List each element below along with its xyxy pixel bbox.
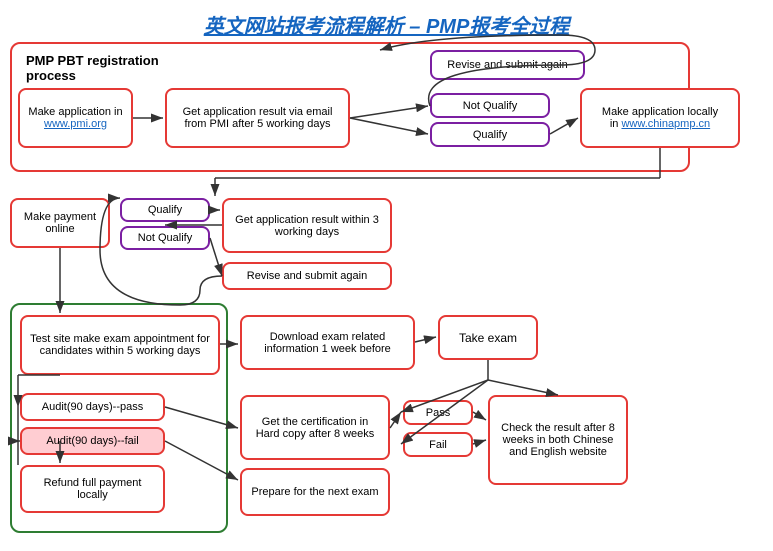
download-exam-box: Download exam related information 1 week…	[240, 315, 415, 370]
chinapmp-link[interactable]: www.chinapmp.cn	[621, 118, 710, 130]
check-result-box: Check the result after 8 weeks in both C…	[488, 395, 628, 485]
test-site-box: Test site make exam appointment for cand…	[20, 315, 220, 375]
take-exam-box: Take exam	[438, 315, 538, 360]
fail-box: Fail	[403, 432, 473, 457]
page: 英文网站报考流程解析 – PMP报考全过程 PMP PBT registrati…	[0, 0, 773, 551]
page-title: 英文网站报考流程解析 – PMP报考全过程	[12, 10, 761, 39]
audit-pass-box: Audit(90 days)--pass	[20, 393, 165, 421]
revise-submit-box: Revise and submit again	[430, 50, 585, 80]
refund-box: Refund full payment locally	[20, 465, 165, 513]
make-application-box: Make application in www.pmi.org	[18, 88, 133, 148]
qualify-box-2: Qualify	[120, 198, 210, 222]
revise-submit-box-2: Revise and submit again	[222, 262, 392, 290]
make-application-local-box: Make application locally in www.chinapmp…	[580, 88, 740, 148]
pmp-pbt-label: PMP PBT registration process	[18, 48, 173, 88]
not-qualify-box-2: Not Qualify	[120, 226, 210, 250]
not-qualify-box-1: Not Qualify	[430, 93, 550, 118]
make-payment-box: Make payment online	[10, 198, 110, 248]
pmi-link[interactable]: www.pmi.org	[44, 118, 107, 130]
get-result-email-box: Get application result via email from PM…	[165, 88, 350, 148]
audit-fail-box: Audit(90 days)--fail	[20, 427, 165, 455]
get-result-3days-box: Get application result within 3 working …	[222, 198, 392, 253]
pass-box: Pass	[403, 400, 473, 425]
qualify-box-1: Qualify	[430, 122, 550, 147]
certification-box: Get the certification in Hard copy after…	[240, 395, 390, 460]
next-exam-box: Prepare for the next exam	[240, 468, 390, 516]
